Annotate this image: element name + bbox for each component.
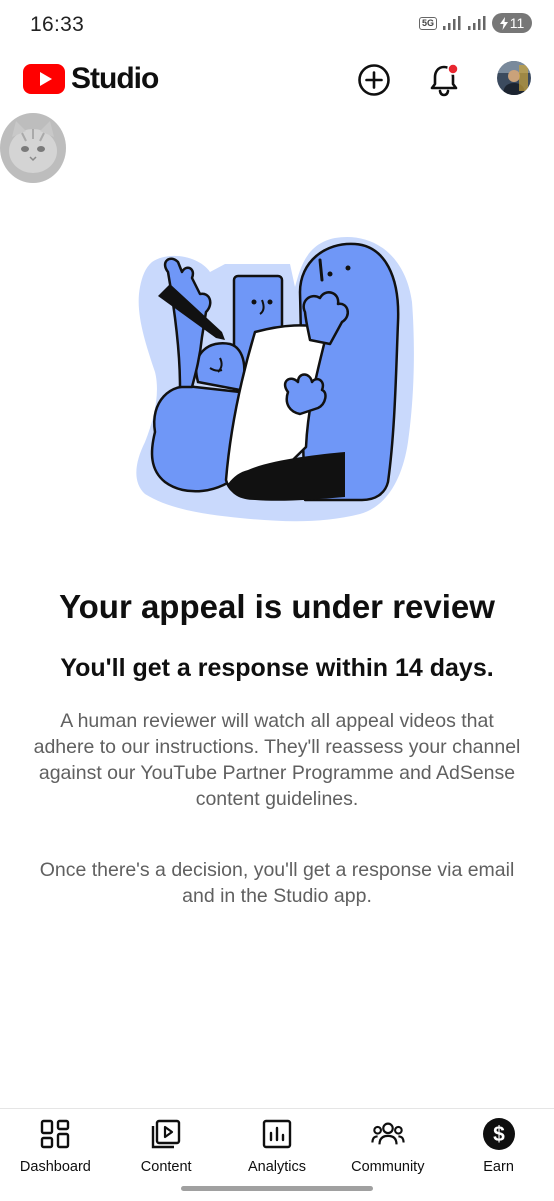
battery-indicator: 11 (492, 13, 532, 33)
appeal-review-illustration (130, 232, 420, 522)
network-type-badge: 5G (418, 16, 437, 30)
nav-label: Dashboard (19, 1159, 91, 1175)
status-icons: 5G 11 (418, 13, 532, 33)
channel-avatar[interactable] (0, 113, 66, 183)
dashboard-icon (38, 1117, 72, 1151)
notifications-button[interactable] (424, 60, 464, 100)
battery-level: 11 (509, 15, 525, 31)
analytics-icon (260, 1117, 294, 1151)
youtube-studio-logo[interactable]: Studio (23, 62, 159, 96)
logo-text: Studio (71, 62, 159, 95)
add-circle-icon (358, 64, 390, 96)
cat-avatar-image (0, 113, 66, 183)
nav-dashboard[interactable]: Dashboard (0, 1109, 111, 1201)
reviewers-illustration (136, 236, 414, 522)
nav-earn[interactable]: $ Earn (443, 1109, 554, 1201)
nav-label: Earn (483, 1159, 514, 1175)
signal-icon-2 (468, 16, 486, 30)
svg-text:$: $ (493, 1123, 505, 1146)
dollar-icon: $ (482, 1117, 516, 1151)
nav-label: Analytics (247, 1159, 306, 1175)
youtube-logo-icon (23, 64, 65, 94)
app-header: Studio (0, 52, 554, 108)
nav-label: Community (351, 1159, 425, 1175)
account-avatar[interactable] (497, 61, 531, 95)
signal-icon (443, 16, 461, 30)
community-icon (371, 1117, 405, 1151)
status-bar: 16:33 5G 11 (0, 0, 554, 52)
decision-notice: Once there's a decision, you'll get a re… (39, 859, 515, 907)
page-title: Your appeal is under review (59, 588, 495, 625)
create-button[interactable] (354, 60, 394, 100)
status-time: 16:33 (30, 13, 85, 36)
bell-icon (430, 63, 459, 97)
nav-label: Content (140, 1159, 192, 1175)
content-icon (149, 1117, 183, 1151)
review-description: A human reviewer will watch all appeal v… (33, 710, 521, 810)
charging-icon (499, 16, 508, 30)
page-subtitle: You'll get a response within 14 days. (60, 654, 494, 682)
avatar-image (497, 61, 531, 95)
gesture-home-bar[interactable] (181, 1186, 373, 1191)
